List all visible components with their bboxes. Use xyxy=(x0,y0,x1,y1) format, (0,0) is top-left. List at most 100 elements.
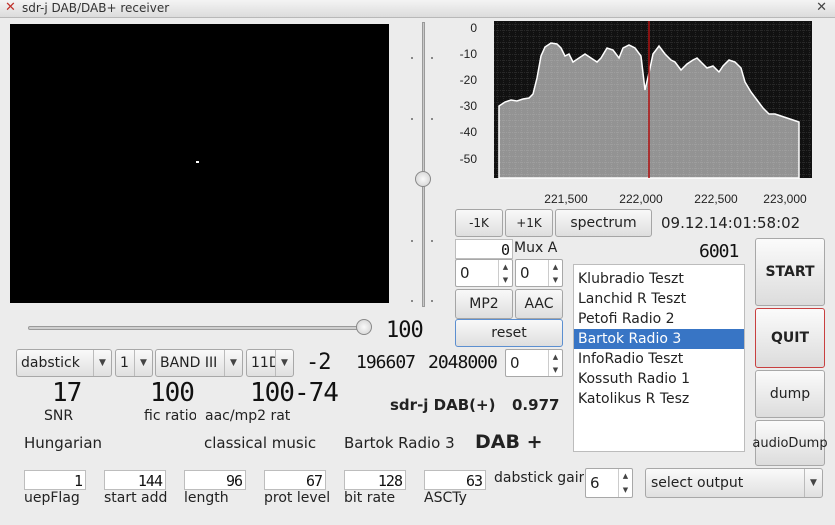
output-select[interactable]: select output ▼ xyxy=(645,468,823,498)
chevron-down-icon[interactable]: ▼ xyxy=(134,350,152,376)
channel-select[interactable]: 11D ▼ xyxy=(246,349,294,377)
spin-arrows[interactable]: ▲ ▼ xyxy=(548,260,562,286)
length-label: length xyxy=(184,490,229,506)
slider-tick xyxy=(411,118,413,120)
output-select-value: select output xyxy=(651,475,744,491)
slider-tick xyxy=(431,118,433,120)
spin-arrows[interactable]: ▲ ▼ xyxy=(618,469,632,497)
left-spinbox-value: 0 xyxy=(460,264,470,282)
chevron-down-icon[interactable]: ▼ xyxy=(275,350,293,376)
uep-flag-field: 1 xyxy=(24,470,86,490)
chevron-down-icon[interactable]: ▼ xyxy=(224,350,242,376)
datetime-display: 09.12.14:01:58:02 xyxy=(661,214,801,232)
freq-correction-display: -2 xyxy=(306,350,331,375)
spin-down-icon[interactable]: ▼ xyxy=(549,273,562,286)
value2-display: 2048000 xyxy=(428,352,498,373)
mp2-button[interactable]: MP2 xyxy=(455,289,513,319)
uep-flag-label: uepFlag xyxy=(24,490,80,506)
bit-rate-field: 128 xyxy=(344,470,406,490)
prot-level-label: prot level xyxy=(264,490,331,506)
aac-button[interactable]: AAC xyxy=(515,289,563,319)
quit-button[interactable]: QUIT xyxy=(755,308,825,368)
y-tick-0: 0 xyxy=(470,21,477,35)
spin-down-icon[interactable]: ▼ xyxy=(619,483,632,497)
fic-label: fic ratio xyxy=(144,408,196,424)
service-item[interactable]: InfoRadio Teszt xyxy=(574,349,744,369)
y-tick-1: -10 xyxy=(460,47,478,61)
minus-1k-button[interactable]: -1K xyxy=(455,209,503,237)
service-item[interactable]: Lanchid R Teszt xyxy=(574,289,744,309)
constellation-point xyxy=(196,161,199,163)
device-select[interactable]: dabstick ▼ xyxy=(16,349,112,377)
snr-label: SNR xyxy=(44,408,74,424)
x-tick-3: 223,000 xyxy=(763,192,807,206)
spin-up-icon[interactable]: ▲ xyxy=(549,260,562,273)
spin-down-icon[interactable]: ▼ xyxy=(499,273,512,286)
scope-slider-track[interactable] xyxy=(28,326,368,330)
spin-up-icon[interactable]: ▲ xyxy=(499,260,512,273)
offset-spinbox[interactable]: 0 ▲ ▼ xyxy=(505,349,563,377)
gain-spinbox[interactable]: 6 ▲ ▼ xyxy=(585,468,633,498)
spectrum-button[interactable]: spectrum xyxy=(555,209,652,237)
scope-slider-handle[interactable] xyxy=(356,319,372,335)
slider-tick xyxy=(431,57,433,59)
slider-tick xyxy=(411,57,413,59)
mode-select[interactable]: 1 ▼ xyxy=(115,349,153,377)
aac-ratio-label: aac/mp2 rat xyxy=(205,408,291,424)
asc-type-field: 63 xyxy=(424,470,486,490)
channel-select-value: 11D xyxy=(251,355,275,371)
dump-button[interactable]: dump xyxy=(755,370,825,418)
service-item[interactable]: Klubradio Teszt xyxy=(574,269,744,289)
x-tick-0: 221,500 xyxy=(544,192,588,206)
spin-up-icon[interactable]: ▲ xyxy=(619,469,632,483)
program-language: Hungarian xyxy=(24,434,103,452)
program-name: Bartok Radio 3 xyxy=(344,434,455,452)
service-item-selected[interactable]: Bartok Radio 3 xyxy=(574,329,744,349)
band-select[interactable]: BAND III ▼ xyxy=(155,349,243,377)
right-spinbox-value: 0 xyxy=(520,264,530,282)
ensemble-id: 6001 xyxy=(699,241,739,262)
reset-button[interactable]: reset xyxy=(455,319,563,347)
offset-spinbox-value: 0 xyxy=(510,354,520,372)
band-select-value: BAND III xyxy=(160,355,218,371)
asc-type-label: ASCTy xyxy=(424,490,467,506)
plus-1k-button[interactable]: +1K xyxy=(505,209,553,237)
left-spinbox[interactable]: 0 ▲ ▼ xyxy=(455,259,513,287)
spin-up-icon[interactable]: ▲ xyxy=(549,350,562,363)
ensemble-count: 0 xyxy=(455,239,513,259)
value1-display: 196607 xyxy=(356,352,416,373)
level-display: -74 xyxy=(294,378,339,408)
app-icon: ✕ xyxy=(5,0,16,15)
vertical-slider-handle[interactable] xyxy=(415,171,431,187)
chevron-down-icon[interactable]: ▼ xyxy=(804,469,822,497)
service-item[interactable]: Petofi Radio 2 xyxy=(574,309,744,329)
version-number: 0.977 xyxy=(512,396,560,414)
spin-down-icon[interactable]: ▼ xyxy=(549,363,562,376)
x-tick-2: 222,500 xyxy=(694,192,738,206)
service-list[interactable]: Klubradio Teszt Lanchid R Teszt Petofi R… xyxy=(573,264,745,452)
start-button[interactable]: START xyxy=(755,238,825,306)
title-bar: ✕ sdr-j DAB/DAB+ receiver ✕ xyxy=(0,0,835,18)
slider-tick xyxy=(411,300,413,302)
window-title: sdr-j DAB/DAB+ receiver xyxy=(22,1,170,15)
vertical-slider-track[interactable] xyxy=(422,22,425,307)
y-tick-2: -20 xyxy=(460,73,478,87)
snr-display: 17 xyxy=(52,378,82,408)
gain-spinbox-value: 6 xyxy=(590,474,600,492)
device-select-value: dabstick xyxy=(21,355,80,371)
slider-tick xyxy=(431,300,433,302)
dab-type: DAB + xyxy=(475,431,543,453)
start-address-field: 144 xyxy=(104,470,166,490)
service-item[interactable]: Katolikus R Tesz xyxy=(574,389,744,409)
slider-tick xyxy=(411,240,413,242)
spin-arrows[interactable]: ▲ ▼ xyxy=(548,350,562,376)
service-item[interactable]: Kossuth Radio 1 xyxy=(574,369,744,389)
audio-dump-button[interactable]: audioDump xyxy=(752,420,828,466)
right-spinbox[interactable]: 0 ▲ ▼ xyxy=(515,259,563,287)
y-tick-3: -30 xyxy=(460,99,478,113)
close-icon[interactable]: ✕ xyxy=(816,0,827,15)
chevron-down-icon[interactable]: ▼ xyxy=(93,350,111,376)
spin-arrows[interactable]: ▲ ▼ xyxy=(498,260,512,286)
slider-tick xyxy=(431,240,433,242)
length-field: 96 xyxy=(184,470,246,490)
